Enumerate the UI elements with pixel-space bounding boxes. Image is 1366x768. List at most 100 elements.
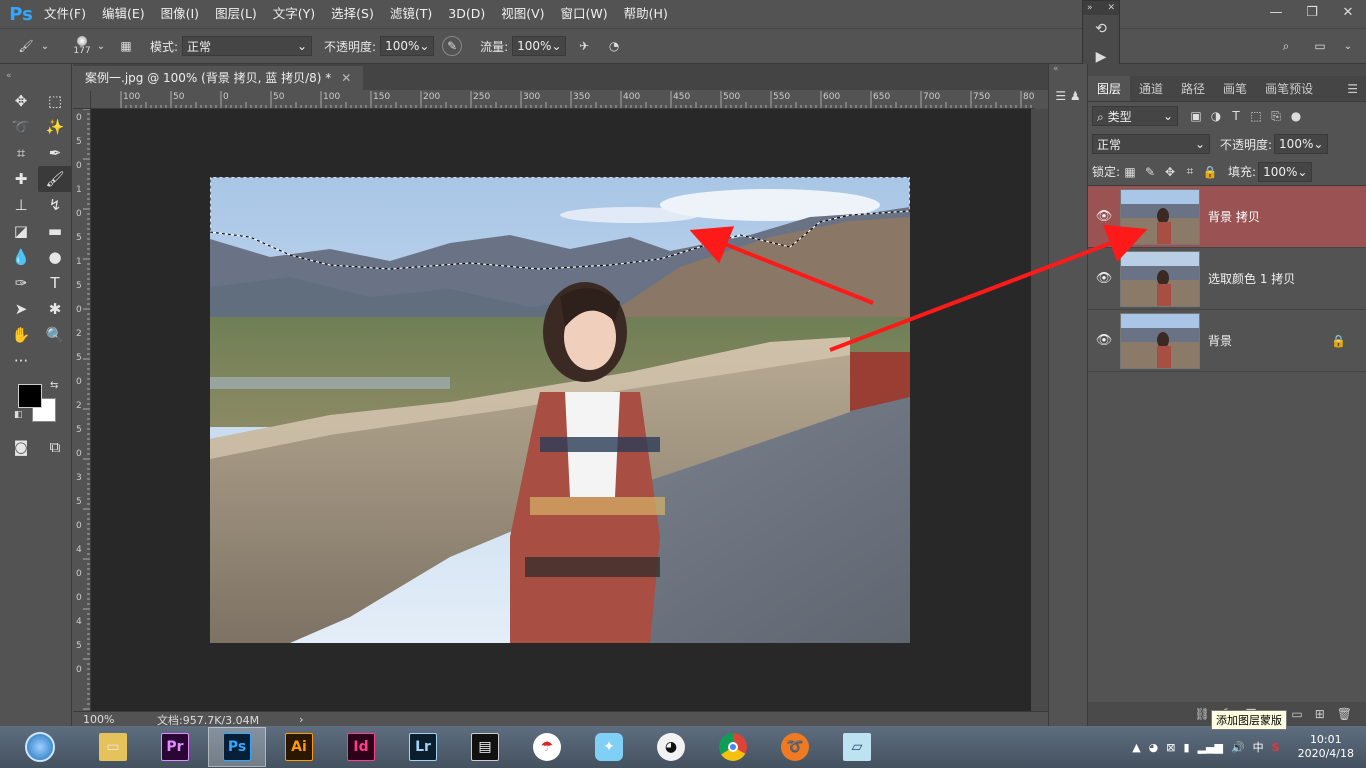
menu-item[interactable]: 窗口(W) [553, 0, 616, 28]
default-colors-icon[interactable]: ◧ [14, 410, 23, 420]
pixel-filter-icon[interactable]: ▣ [1186, 109, 1206, 124]
chevron-down-icon[interactable]: ⌄ [38, 34, 52, 58]
flow-input[interactable]: 100% ⌄ [512, 36, 567, 56]
menu-item[interactable]: 滤镜(T) [382, 0, 440, 28]
lock-pixels-icon[interactable]: ✎ [1140, 165, 1160, 179]
eye-icon[interactable]: 👁 [1088, 333, 1120, 348]
clock[interactable]: 10:01 2020/4/18 [1298, 733, 1354, 761]
search-icon[interactable]: ⌕ [1274, 34, 1298, 58]
sogou-ime-icon[interactable]: S [1272, 741, 1280, 754]
brush-preset-picker[interactable]: 177 [70, 36, 94, 56]
chevron-down-icon[interactable]: ⌄ [1342, 34, 1354, 58]
restore-button[interactable]: ❐ [1294, 0, 1330, 24]
menu-item[interactable]: 选择(S) [323, 0, 382, 28]
gradient-tool-icon[interactable]: ▬ [38, 218, 72, 244]
new-layer-icon[interactable]: ⊞ [1315, 707, 1325, 721]
shape-filter-icon[interactable]: ⬚ [1246, 109, 1266, 124]
close-button[interactable]: ✕ [1330, 0, 1366, 24]
taskbar-premiere[interactable]: Pr [146, 727, 204, 767]
lock-position-icon[interactable]: ✥ [1160, 165, 1180, 179]
more-tools-icon[interactable]: ··· [4, 348, 38, 374]
taskbar-illustrator[interactable]: Ai [270, 727, 328, 767]
history-icon[interactable]: ⟲ [1083, 15, 1119, 43]
taskbar-app[interactable]: ✦ [580, 727, 638, 767]
healing-brush-tool-icon[interactable]: ✚ [4, 166, 38, 192]
adjustment-filter-icon[interactable]: ◑ [1206, 109, 1226, 124]
menu-item[interactable]: 视图(V) [493, 0, 552, 28]
type-filter-icon[interactable]: T [1226, 109, 1246, 124]
group-icon[interactable]: ▭ [1291, 707, 1302, 721]
collapse-icon[interactable]: » [1087, 3, 1093, 13]
taskbar-photoshop[interactable]: Ps [208, 727, 266, 767]
vertical-scrollbar[interactable] [1031, 109, 1048, 711]
menu-item[interactable]: 图像(I) [153, 0, 207, 28]
tray-expand-icon[interactable]: ▲ [1132, 741, 1140, 754]
panel-tab[interactable]: 图层 [1088, 76, 1131, 101]
taskbar-app[interactable]: ☂ [518, 727, 576, 767]
crop-tool-icon[interactable]: ⌗ [4, 140, 38, 166]
volume-icon[interactable]: 🔊 [1231, 741, 1245, 754]
panel-tab[interactable]: 通道 [1130, 76, 1172, 101]
taskbar-lightroom[interactable]: Lr [394, 727, 452, 767]
workspace-icon[interactable]: ▭ [1308, 34, 1332, 58]
smart-object-filter-icon[interactable]: ⎘ [1266, 109, 1286, 124]
pressure-size-icon[interactable]: ◔ [602, 34, 626, 58]
history-brush-tool-icon[interactable]: ↯ [38, 192, 72, 218]
zoom-level[interactable]: 100% [73, 713, 133, 726]
brush-panel-icon[interactable]: ▦ [114, 34, 138, 58]
qq-tray-icon[interactable]: ◕ [1149, 741, 1159, 754]
layer-filter-select[interactable]: ⌕ 类型 ⌄ [1092, 106, 1178, 126]
menu-item[interactable]: 图层(L) [207, 0, 265, 28]
quick-mask-icon[interactable]: ◙ [4, 434, 38, 460]
panel-tab[interactable]: 路径 [1172, 76, 1214, 101]
eye-icon[interactable]: 👁 [1088, 209, 1120, 224]
menu-item[interactable]: 文字(Y) [265, 0, 323, 28]
shape-tool-icon[interactable]: ✱ [38, 296, 72, 322]
eyedropper-tool-icon[interactable]: ✒ [38, 140, 72, 166]
swap-colors-icon[interactable]: ⇆ [50, 380, 58, 391]
taskbar-video-app[interactable]: ▤ [456, 727, 514, 767]
mode-select[interactable]: 正常 ⌄ [182, 36, 313, 56]
canvas-area[interactable] [91, 109, 1031, 711]
close-icon[interactable]: ✕ [341, 66, 351, 90]
opacity-input[interactable]: 100% ⌄ [380, 36, 435, 56]
panel-tab[interactable]: 画笔预设 [1256, 76, 1322, 101]
status-menu-arrow-icon[interactable]: › [299, 713, 303, 726]
marquee-tool-icon[interactable]: ⬚ [38, 88, 72, 114]
close-icon[interactable]: ✕ [1107, 3, 1115, 13]
taskbar-explorer[interactable]: ▭ [84, 727, 142, 767]
type-tool-icon[interactable]: T [38, 270, 72, 296]
battery-icon[interactable]: ▮ [1184, 741, 1190, 754]
minimize-button[interactable]: — [1258, 0, 1294, 24]
signal-icon[interactable]: ▂▄▆ [1198, 741, 1223, 754]
ime-indicator[interactable]: 中 [1253, 739, 1264, 755]
layer-row[interactable]: 👁 背景 拷贝 [1088, 186, 1366, 248]
taskbar-chrome[interactable] [704, 727, 762, 767]
taskbar-qq[interactable]: ◕ [642, 727, 700, 767]
airbrush-icon[interactable]: ✈ [572, 34, 596, 58]
lasso-tool-icon[interactable]: ➰ [4, 114, 38, 140]
start-button[interactable] [0, 727, 80, 767]
lock-transparent-icon[interactable]: ▦ [1120, 165, 1140, 179]
fill-input[interactable]: 100% ⌄ [1258, 161, 1313, 182]
document-image[interactable] [210, 177, 910, 643]
panel-menu-icon[interactable]: ☰ [1339, 76, 1366, 101]
menu-item[interactable]: 帮助(H) [616, 0, 676, 28]
menu-item[interactable]: 编辑(E) [94, 0, 153, 28]
panel-tab[interactable]: 画笔 [1214, 76, 1256, 101]
layer-opacity-input[interactable]: 100% ⌄ [1274, 134, 1329, 154]
document-tab[interactable]: 案例一.jpg @ 100% (背景 拷贝, 蓝 拷贝/8) * ✕ [73, 66, 364, 90]
lock-all-icon[interactable]: 🔒 [1200, 165, 1220, 179]
chevron-down-icon[interactable]: ⌄ [94, 34, 108, 58]
blur-tool-icon[interactable]: 💧 [4, 244, 38, 270]
hand-tool-icon[interactable]: ✋ [4, 322, 38, 348]
taskbar-indesign[interactable]: Id [332, 727, 390, 767]
network-error-icon[interactable]: ⊠ [1166, 741, 1175, 754]
layer-row[interactable]: 👁 背景 🔒 [1088, 310, 1366, 372]
brush-tool-icon[interactable]: 🖌 [14, 34, 38, 58]
lock-artboard-icon[interactable]: ⌗ [1180, 164, 1200, 179]
zoom-tool-icon[interactable]: 🔍 [38, 322, 72, 348]
layer-row[interactable]: 👁 选取颜色 1 拷贝 [1088, 248, 1366, 310]
trash-icon[interactable]: 🗑 [1337, 707, 1352, 721]
pen-tool-icon[interactable]: ✑ [4, 270, 38, 296]
